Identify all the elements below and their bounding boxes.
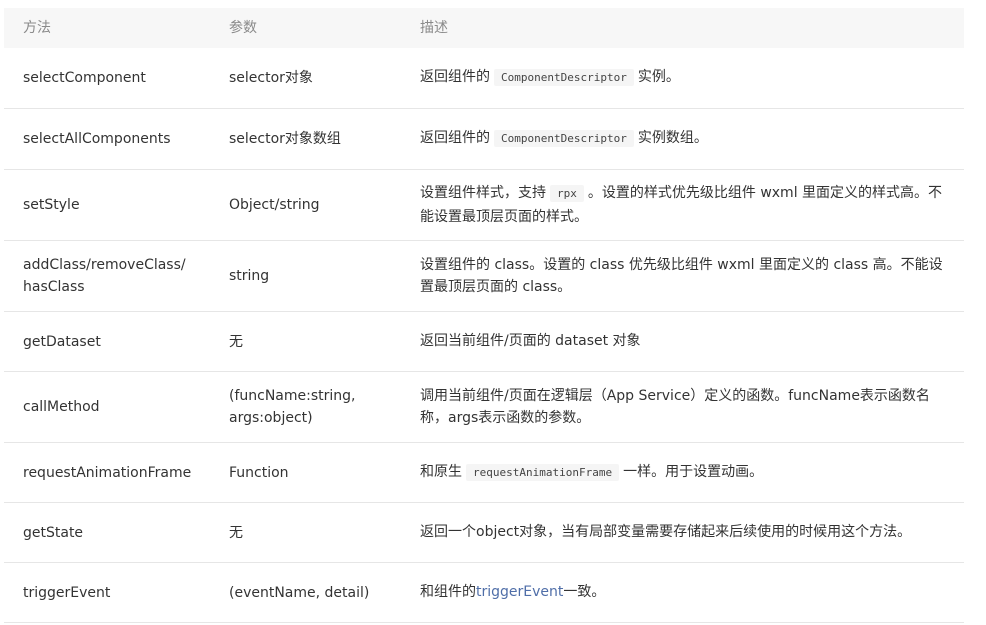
table-row: triggerEvent (eventName, detail) 和组件的tri… [4,563,964,623]
table-row: requestAnimationFrame Function 和原生 reques… [4,443,964,503]
code-snippet: requestAnimationFrame [466,463,620,481]
desc-text: 返回组件的 [420,69,490,86]
description-cell: 返回当前组件/页面的 dataset 对象 [420,333,641,350]
desc-text: 和组件的 [420,584,476,601]
method-cell: getDataset [23,333,101,350]
trigger-event-link[interactable]: triggerEvent [476,584,563,600]
table-row: getDataset 无 返回当前组件/页面的 dataset 对象 [4,312,964,372]
params-cell: selector对象 [229,70,313,86]
header-method: 方法 [23,20,51,36]
desc-text: 实例数组。 [637,130,708,147]
header-params: 参数 [229,20,257,36]
table-row: callMethod (funcName:string, args:object)… [4,372,964,443]
desc-text: 一样。用于设置动画。 [623,463,764,480]
description-cell: 和原生 requestAnimationFrame 一样。用于设置动画。 [401,461,964,485]
description-cell: 返回一个object对象，当有局部变量需要存储起来后续使用的时候用这个方法。 [420,524,912,541]
method-line: addClass/removeClass/ [23,257,186,273]
methods-table: 方法 参数 描述 selectComponent selector对象 返回组件… [4,8,964,623]
table-header: 方法 参数 描述 [4,8,964,48]
code-snippet: ComponentDescriptor [494,130,634,148]
description-cell: 调用当前组件/页面在逻辑层（App Service）定义的函数。funcName… [420,387,930,427]
method-cell: selectAllComponents [23,131,171,147]
method-cell: requestAnimationFrame [23,464,192,481]
desc-text: 设置组件样式，支持 [420,185,546,201]
params-cell: 无 [229,333,243,350]
description-cell: 和组件的triggerEvent一致。 [401,581,964,604]
method-cell: triggerEvent [23,584,111,601]
method-cell: selectComponent [23,70,146,86]
desc-text: 实例。 [637,69,680,86]
table-row: selectAllComponents selector对象数组 返回组件的 Co… [4,109,964,170]
params-cell: string [229,268,270,284]
desc-text: 和原生 [420,463,462,480]
params-cell: (funcName:string, args:object) [210,385,401,429]
header-description: 描述 [420,19,448,36]
params-cell: selector对象数组 [229,131,341,147]
description-cell: 设置组件样式，支持 rpx 。设置的样式优先级比组件 wxml 里面定义的样式高。不… [401,182,964,228]
method-cell: callMethod [23,399,100,415]
params-line: args:object) [229,410,313,426]
table-row: getState 无 返回一个object对象，当有局部变量需要存储起来后续使用… [4,503,964,563]
description-cell: 返回组件的 ComponentDescriptor 实例。 [401,66,964,90]
method-cell: addClass/removeClass/hasClass [4,254,210,298]
desc-text: 返回组件的 [420,130,490,147]
params-cell: Object/string [229,197,320,213]
desc-text: 一致。 [563,584,606,601]
code-snippet: rpx [550,185,584,202]
table-row: addClass/removeClass/hasClass string 设置组… [4,241,964,312]
description-cell: 设置组件的 class。设置的 class 优先级比组件 wxml 里面定义的 … [420,256,943,296]
params-cell: Function [229,464,289,481]
method-cell: getState [23,524,84,541]
method-cell: setStyle [23,197,80,213]
method-line: hasClass [23,279,85,295]
params-cell: (eventName, detail) [229,584,370,601]
code-snippet: ComponentDescriptor [494,69,634,87]
params-line: (funcName:string, [229,388,356,404]
params-cell: 无 [229,524,243,541]
table-row: setStyle Object/string 设置组件样式，支持 rpx 。设置的样… [4,170,964,241]
description-cell: 返回组件的 ComponentDescriptor 实例数组。 [401,127,964,151]
table-row: selectComponent selector对象 返回组件的 Componen… [4,48,964,109]
